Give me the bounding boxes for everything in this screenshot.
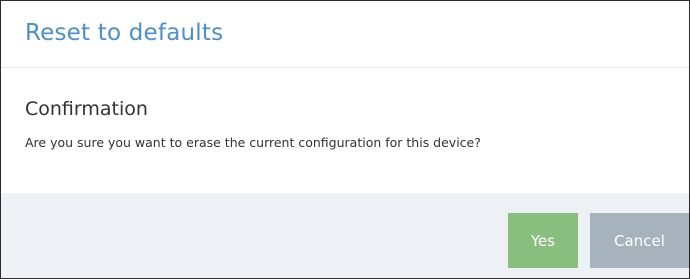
dialog-body: Confirmation Are you sure you want to er… — [1, 68, 689, 193]
confirmation-message: Are you sure you want to erase the curre… — [25, 135, 481, 150]
dialog-title: Reset to defaults — [25, 19, 224, 46]
yes-button[interactable]: Yes — [508, 213, 578, 268]
reset-defaults-dialog: Reset to defaults Confirmation Are you s… — [0, 0, 690, 279]
confirmation-heading: Confirmation — [25, 98, 148, 120]
cancel-button[interactable]: Cancel — [590, 213, 689, 268]
dialog-footer: Yes Cancel — [1, 193, 689, 278]
dialog-header: Reset to defaults — [1, 1, 689, 68]
